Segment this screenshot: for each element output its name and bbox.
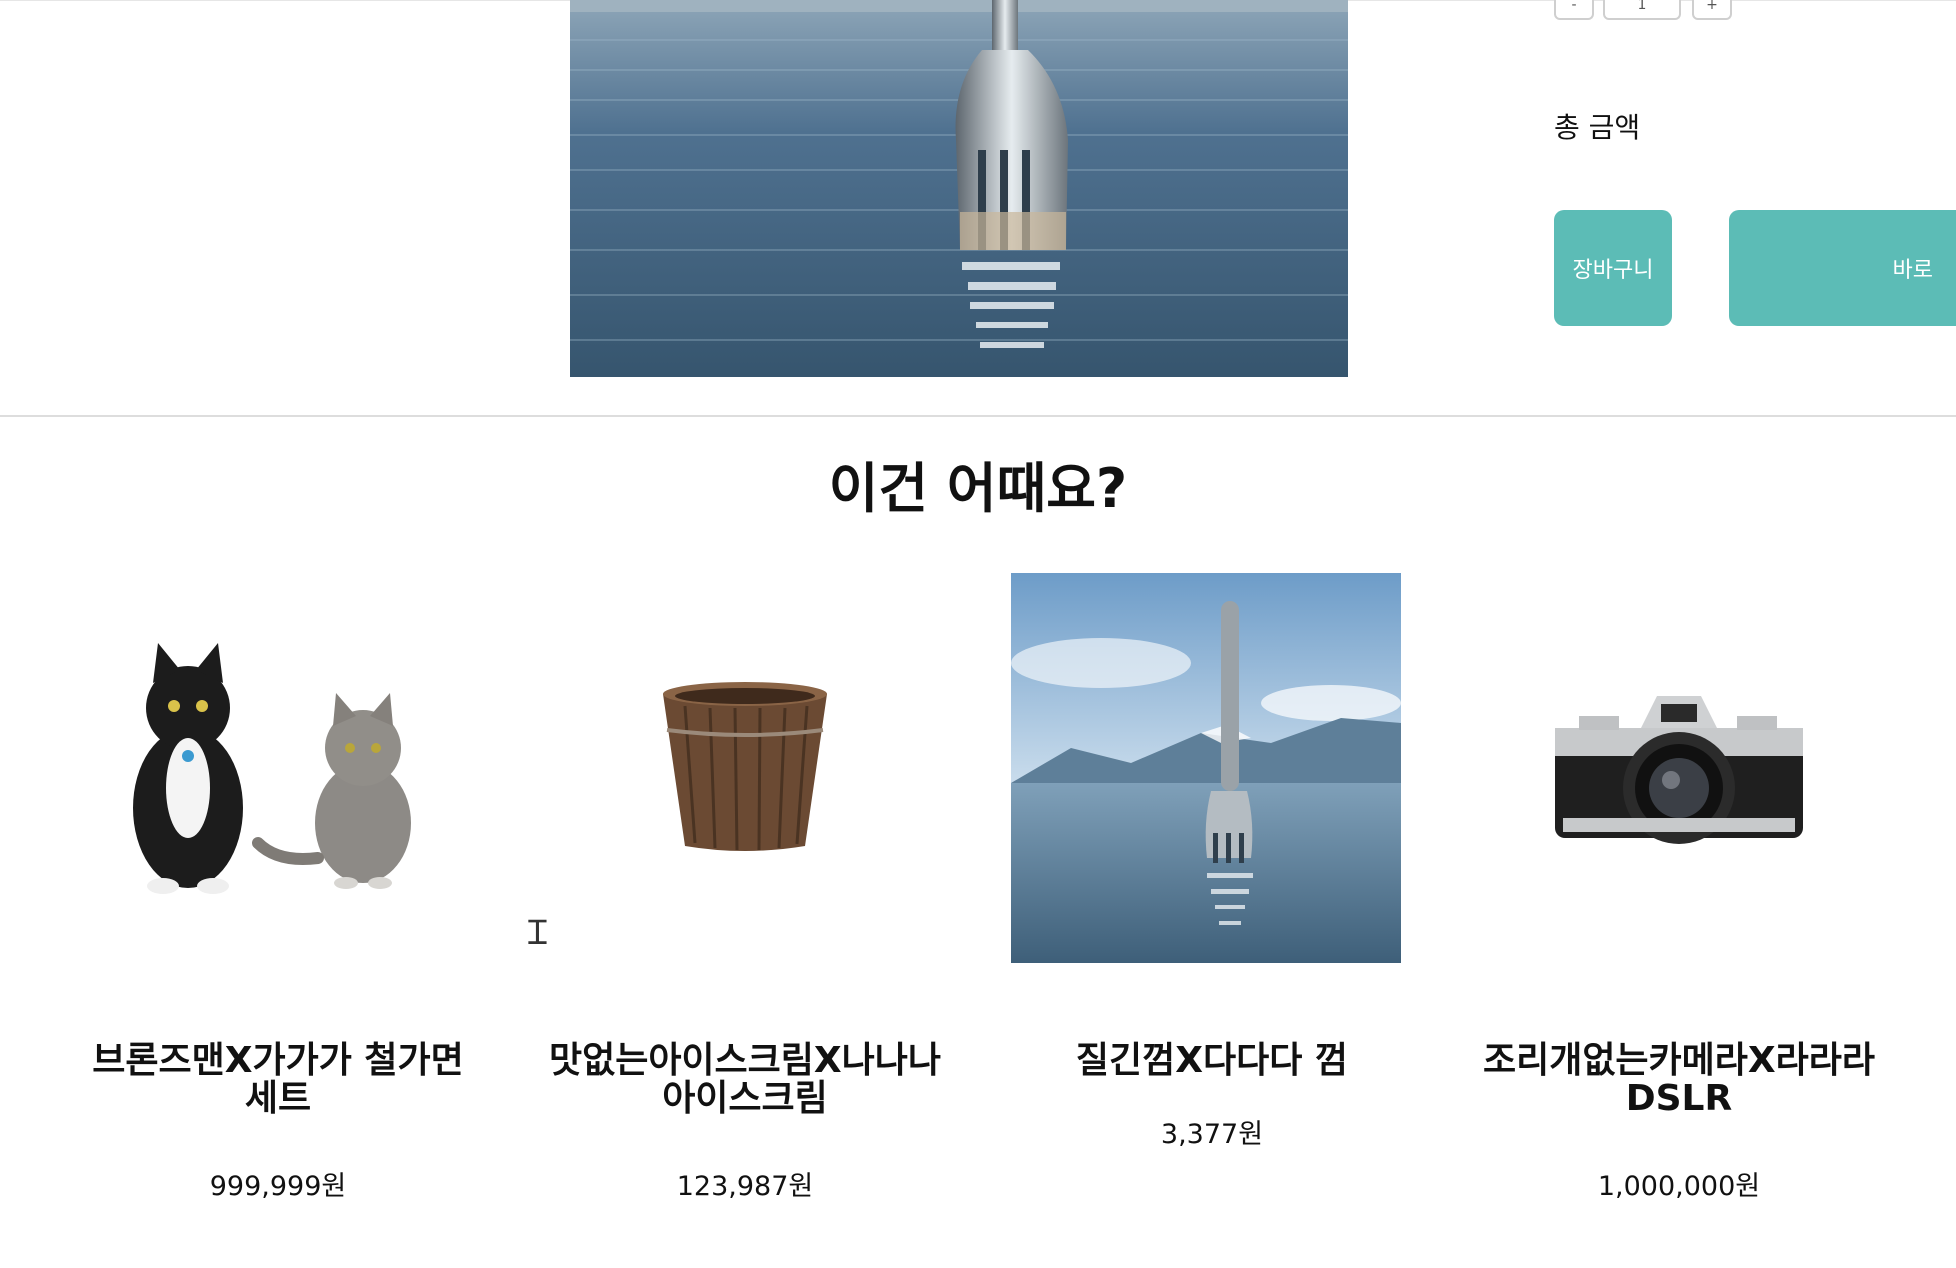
add-to-cart-button[interactable]: 장바구니 xyxy=(1554,210,1672,326)
product-image-wooden-bucket[interactable] xyxy=(545,572,945,964)
text-cursor-icon: Ɪ xyxy=(528,913,547,953)
buy-now-button[interactable]: 바로 xyxy=(1729,210,1956,326)
section-divider xyxy=(0,415,1956,417)
product-main-image xyxy=(570,0,1348,377)
quantity-input[interactable]: 1 xyxy=(1603,0,1681,20)
product-image-fork[interactable] xyxy=(1011,572,1412,964)
product-name[interactable]: 맛없는아이스크림X나나나 아이스크림 xyxy=(545,1042,945,1118)
product-price: 123,987원 xyxy=(676,1171,814,1202)
product-card[interactable]: 맛없는아이스크림X나나나 아이스크림 123,987원 xyxy=(545,572,945,1212)
product-card[interactable]: 조리개없는카메라X라라라 DSLR 1,000,000원 xyxy=(1479,572,1879,1212)
product-name[interactable]: 브론즈맨X가가가 철가면 세트 xyxy=(78,1042,478,1118)
product-price: 1,000,000원 xyxy=(1597,1171,1761,1202)
product-card[interactable]: 질긴껌X다다다 껌 3,377원 xyxy=(1011,572,1412,1212)
total-price-label: 총 금액 xyxy=(1554,111,1641,144)
quantity-increase-button[interactable]: + xyxy=(1692,0,1732,20)
product-name[interactable]: 조리개없는카메라X라라라 DSLR xyxy=(1479,1042,1879,1118)
recommend-section-title: 이건 어때요? xyxy=(828,457,1128,520)
product-price: 3,377원 xyxy=(1160,1119,1264,1150)
product-image-cats[interactable] xyxy=(78,572,478,964)
quantity-decrease-button[interactable]: - xyxy=(1554,0,1594,20)
product-price: 999,999원 xyxy=(209,1171,347,1202)
product-image-camera[interactable] xyxy=(1479,572,1879,964)
product-name[interactable]: 질긴껌X다다다 껌 xyxy=(1012,1042,1412,1080)
product-card[interactable]: 브론즈맨X가가가 철가면 세트 999,999원 xyxy=(78,572,478,1212)
